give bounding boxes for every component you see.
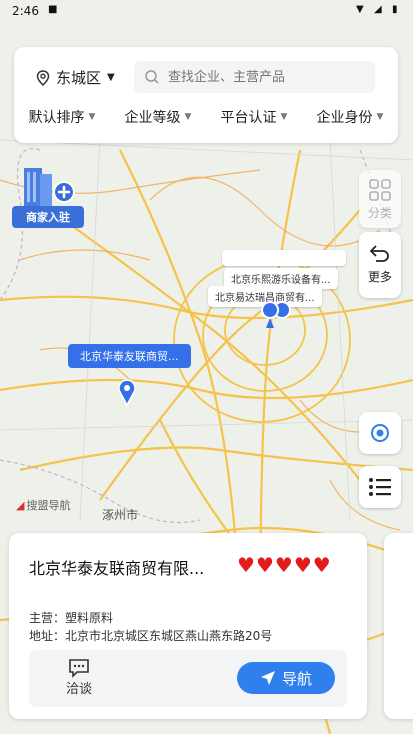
navigate-label: 导航 — [281, 669, 312, 688]
heart-icon: ♥ — [237, 553, 255, 577]
district-selector[interactable]: 东城区 ▼ — [36, 67, 115, 88]
locate-button[interactable] — [359, 412, 401, 454]
place-name-label: 涿州市 — [102, 508, 139, 522]
next-company-card[interactable] — [384, 533, 413, 719]
merchant-join-label[interactable]: 商家入驻 — [12, 206, 84, 228]
return-arrow-icon — [369, 245, 389, 262]
navigation-arrow-icon — [260, 671, 275, 685]
status-bar: 2:46 ■ ▼ ◢ ▮ — [0, 0, 413, 24]
search-input[interactable] — [166, 68, 370, 86]
district-label: 东城区 — [56, 69, 102, 87]
filter-default-sort[interactable]: 默认排序 ▼ — [29, 107, 96, 127]
company-card[interactable]: 北京华泰友联商贸有限... ♥ ♥ ♥ ♥ ♥ 主营：塑料原料 地址：北京市北京… — [9, 533, 367, 719]
list-icon — [369, 478, 391, 496]
heart-icon: ♥ — [274, 553, 293, 577]
location-pin-icon — [36, 69, 50, 86]
caret-down-icon: ▼ — [184, 112, 192, 122]
address-row: 地址：北京市北京城区东城区燕山燕东路20号 — [29, 627, 272, 644]
address-label: 地址： — [29, 629, 66, 643]
caret-down-icon: ▼ — [376, 112, 384, 122]
map-label-stack — [222, 250, 346, 266]
company-name: 北京华泰友联商贸有限... — [29, 559, 205, 578]
battery-icon: ▮ — [392, 4, 398, 15]
heart-icon: ♥ — [255, 553, 274, 577]
main-business-label: 主营： — [29, 611, 66, 625]
heart-icon: ♥ — [293, 553, 312, 577]
list-button[interactable] — [359, 466, 401, 508]
filter-bar: 默认排序 ▼ 企业等级 ▼ 平台认证 ▼ 企业身份 ▼ — [14, 107, 398, 127]
provider-name: 搜盟导航 — [26, 499, 71, 512]
filter-label: 平台认证 — [220, 110, 277, 126]
map-label-selected[interactable]: 北京华泰友联商贸... — [68, 344, 191, 368]
search-icon — [145, 70, 159, 84]
more-label: 更多 — [367, 270, 392, 284]
map-marker-icon[interactable] — [117, 378, 137, 406]
category-button[interactable]: 分类 — [359, 170, 401, 228]
address-value: 北京市北京城区东城区燕山燕东路20号 — [65, 629, 273, 643]
sim-icon: ■ — [48, 4, 58, 15]
search-box[interactable] — [134, 61, 375, 93]
wifi-icon: ▼ — [356, 4, 364, 15]
main-business-value: 塑料原料 — [65, 611, 114, 625]
status-time: 2:46 — [12, 4, 39, 18]
navigate-button[interactable]: 导航 — [237, 662, 335, 694]
more-button[interactable]: 更多 — [359, 232, 401, 298]
chat-label: 洽谈 — [65, 682, 92, 697]
filter-label: 默认排序 — [28, 110, 85, 126]
chat-icon — [69, 659, 89, 678]
map-provider-logo: ◢ 搜盟导航 — [16, 497, 70, 513]
caret-down-icon: ▼ — [107, 72, 115, 83]
chat-button[interactable]: 洽谈 — [59, 658, 99, 697]
filter-enterprise-level[interactable]: 企业等级 ▼ — [125, 107, 192, 127]
caret-down-icon: ▼ — [280, 112, 288, 122]
marker-cluster[interactable] — [258, 298, 298, 344]
filter-label: 企业等级 — [124, 110, 181, 126]
signal-icon: ◢ — [374, 4, 382, 15]
card-actions: 洽谈 导航 — [29, 650, 347, 707]
filter-enterprise-identity[interactable]: 企业身份 ▼ — [317, 107, 384, 127]
grid-icon — [369, 179, 391, 201]
rating-hearts: ♥ ♥ ♥ ♥ ♥ — [237, 553, 331, 577]
filter-label: 企业身份 — [316, 110, 373, 126]
locate-icon — [371, 424, 389, 442]
category-label: 分类 — [367, 206, 392, 220]
provider-logo-icon: ◢ — [16, 498, 25, 512]
filter-platform-certification[interactable]: 平台认证 ▼ — [221, 107, 288, 127]
search-card: 东城区 ▼ 默认排序 ▼ 企业等级 ▼ 平台认证 ▼ 企业身份 ▼ — [14, 47, 398, 143]
heart-icon: ♥ — [312, 553, 331, 577]
caret-down-icon: ▼ — [88, 112, 96, 122]
main-business-row: 主营：塑料原料 — [29, 609, 113, 626]
